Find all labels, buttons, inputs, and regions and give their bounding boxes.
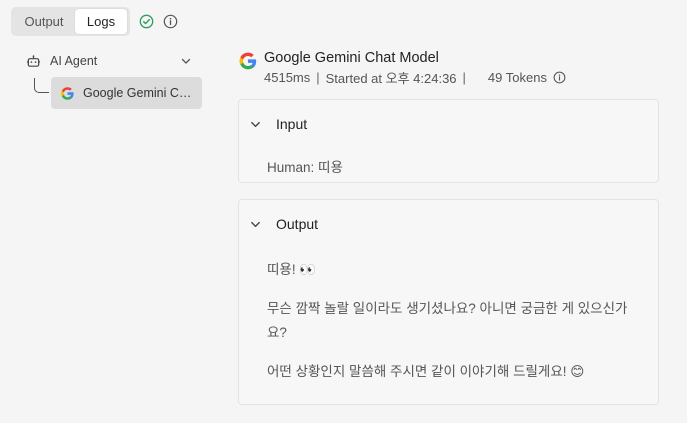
chevron-down-icon[interactable] xyxy=(250,119,261,130)
output-label: Output xyxy=(276,216,319,232)
input-panel-header[interactable]: Input xyxy=(250,116,307,132)
token-count: 49 Tokens xyxy=(487,70,547,85)
tree-connector xyxy=(34,78,49,93)
tab-output[interactable]: Output xyxy=(13,9,75,34)
view-tabs: Output Logs xyxy=(11,7,130,36)
output-panel-header[interactable]: Output xyxy=(250,216,318,232)
robot-icon xyxy=(26,54,41,67)
page-title: Google Gemini Chat Model xyxy=(264,50,439,66)
tree-item-gemini-chat-model[interactable]: Google Gemini Chat Model xyxy=(51,77,202,109)
input-label: Input xyxy=(276,116,308,132)
tree-item-label: Google Gemini Chat Model xyxy=(83,86,195,100)
duration: 4515ms xyxy=(264,70,311,85)
output-panel: Output 띠용! 👀 무슨 깜짝 놀랄 일이라도 생기셨나요? 아니면 궁금… xyxy=(238,199,659,405)
started-at: Started at 오후 4:24:36 xyxy=(325,71,457,86)
output-text: 띠용! 👀 무슨 깜짝 놀랄 일이라도 생기셨나요? 아니면 궁금한 게 있으신… xyxy=(267,258,637,399)
output-paragraph: 무슨 깜짝 놀랄 일이라도 생기셨나요? 아니면 궁금한 게 있으신가요? xyxy=(267,301,628,340)
tree-item-label: AI Agent xyxy=(50,54,98,68)
input-text: Human: 띠용 xyxy=(267,160,343,175)
google-logo-icon xyxy=(61,86,74,100)
tab-logs[interactable]: Logs xyxy=(75,9,127,34)
chevron-down-icon[interactable] xyxy=(250,219,261,230)
output-paragraph: 어떤 상황인지 말씀해 주시면 같이 이야기해 드릴게요! 😊 xyxy=(267,364,585,379)
input-panel: Input Human: 띠용 xyxy=(238,99,659,183)
info-icon[interactable] xyxy=(163,14,178,29)
tree-item-ai-agent[interactable]: AI Agent xyxy=(26,50,198,72)
info-icon[interactable] xyxy=(553,71,566,84)
chevron-down-icon[interactable] xyxy=(180,55,192,67)
output-paragraph: 띠용! 👀 xyxy=(267,262,317,277)
check-circle-icon xyxy=(139,14,154,29)
separator: | xyxy=(462,70,466,85)
run-meta: 4515ms | Started at 오후 4:24:36 | 49 Toke… xyxy=(264,68,566,87)
separator: | xyxy=(316,70,320,85)
google-logo-icon xyxy=(239,52,257,70)
